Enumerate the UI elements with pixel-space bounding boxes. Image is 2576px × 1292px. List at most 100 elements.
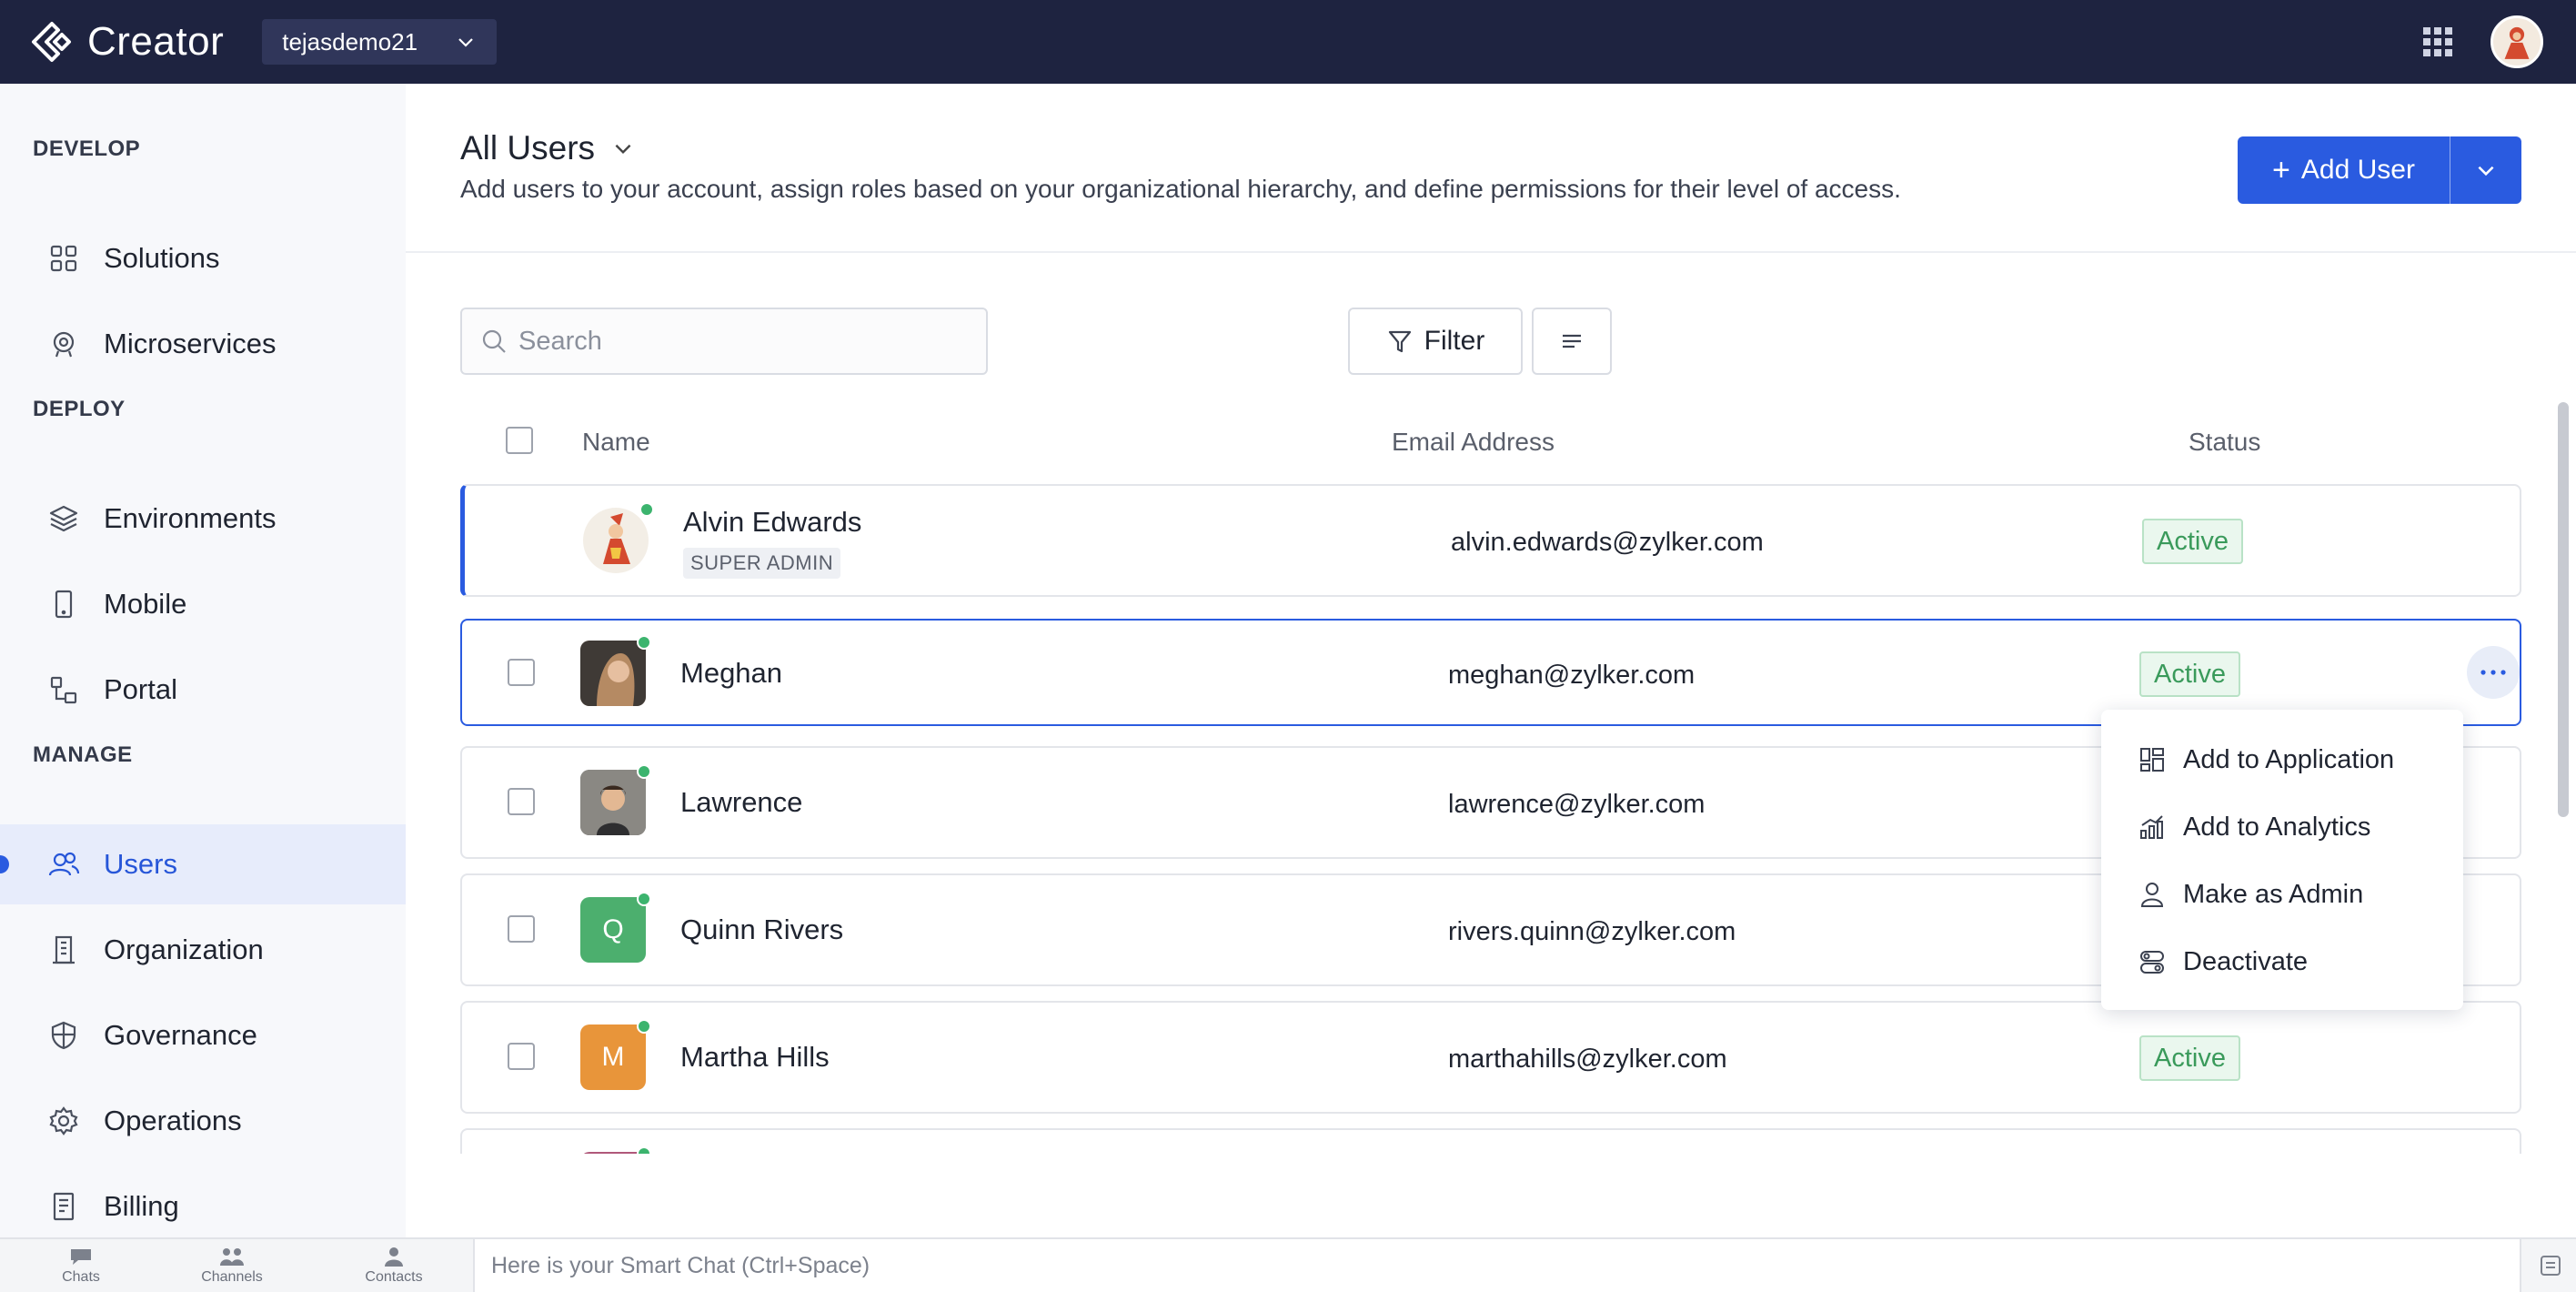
users-icon <box>48 852 80 876</box>
search-box <box>460 308 988 375</box>
online-status-dot <box>637 764 651 779</box>
table-row[interactable] <box>460 1128 2521 1154</box>
user-email: meghan@zylker.com <box>1448 661 1696 690</box>
page-description: Add users to your account, assign roles … <box>460 175 1901 203</box>
row-checkbox[interactable] <box>508 659 535 686</box>
group-icon <box>220 1248 244 1266</box>
page-title[interactable]: All Users <box>460 129 635 167</box>
sidebar-item-label: Billing <box>104 1190 179 1222</box>
row-checkbox[interactable] <box>508 1043 535 1070</box>
user-name: Lawrence <box>680 786 803 818</box>
menu-item-make-as-admin[interactable]: Make as Admin <box>2101 861 2463 928</box>
smart-chat-input[interactable] <box>491 1252 2401 1279</box>
column-header-email[interactable]: Email Address <box>1392 428 1555 457</box>
analytics-icon <box>2140 815 2163 839</box>
deactivate-icon <box>2140 951 2164 974</box>
menu-item-label: Add to Application <box>2183 744 2395 774</box>
chevron-down-icon <box>615 144 631 155</box>
sidebar-item-organization[interactable]: Organization <box>0 910 406 990</box>
smart-chat-bar <box>473 1239 2521 1292</box>
filter-button[interactable]: Filter <box>1348 308 1523 375</box>
menu-item-add-to-application[interactable]: Add to Application <box>2101 726 2463 793</box>
menu-item-label: Deactivate <box>2183 946 2309 976</box>
row-actions-menu: Add to Application Add to Analytics Make… <box>2101 710 2463 1010</box>
tab-contacts[interactable]: Contacts <box>313 1239 475 1292</box>
add-user-options-button[interactable] <box>2450 136 2521 204</box>
sidebar-item-portal[interactable]: Portal <box>0 650 406 730</box>
sidebar-item-governance[interactable]: Governance <box>0 995 406 1075</box>
application-icon <box>2140 748 2164 772</box>
header-divider <box>406 251 2576 253</box>
avatar-icon <box>603 513 630 564</box>
avatar-icon <box>580 770 646 835</box>
user-name: Alvin Edwards <box>683 506 862 538</box>
more-horizontal-icon <box>2480 670 2506 675</box>
select-all-checkbox[interactable] <box>506 427 533 454</box>
sidebar-item-operations[interactable]: Operations <box>0 1081 406 1161</box>
apps-grid-icon[interactable] <box>2421 25 2454 58</box>
chat-bubble-icon <box>71 1249 91 1265</box>
user-email: rivers.quinn@zylker.com <box>1448 917 1736 946</box>
row-more-button[interactable] <box>2467 646 2520 699</box>
sidebar-item-label: Environments <box>104 502 277 534</box>
avatar <box>580 770 646 835</box>
mobile-icon <box>55 590 73 619</box>
table-row-clip <box>460 1128 2521 1154</box>
menu-item-deactivate[interactable]: Deactivate <box>2101 928 2463 995</box>
column-header-name[interactable]: Name <box>582 428 650 457</box>
sidebar-item-label: Organization <box>104 934 264 965</box>
sidebar-item-users[interactable]: Users <box>0 824 406 904</box>
role-badge: SUPER ADMIN <box>683 548 841 579</box>
menu-item-label: Add to Analytics <box>2183 812 2371 842</box>
online-status-dot <box>639 502 654 517</box>
sidebar-item-label: Mobile <box>104 588 187 620</box>
tab-label: Contacts <box>365 1269 423 1285</box>
search-input[interactable] <box>518 326 955 357</box>
org-switcher[interactable]: tejasdemo21 <box>262 19 498 65</box>
contact-icon <box>385 1247 403 1267</box>
section-deploy: DEPLOY <box>33 397 126 421</box>
online-status-dot <box>637 635 651 650</box>
add-user-button[interactable]: + Add User <box>2238 136 2450 204</box>
online-status-dot <box>637 1146 651 1154</box>
sidebar-item-label: Operations <box>104 1105 242 1136</box>
vertical-scrollbar[interactable] <box>2558 402 2569 817</box>
top-bar: Creator tejasdemo21 <box>0 0 2576 84</box>
sidebar-item-label: Users <box>104 848 177 880</box>
view-selector-label: All Users <box>460 129 596 167</box>
column-header-status[interactable]: Status <box>2189 428 2260 457</box>
user-email: lawrence@zylker.com <box>1448 790 1706 819</box>
row-checkbox[interactable] <box>508 788 535 815</box>
chat-settings-icon[interactable] <box>2538 1253 2563 1278</box>
row-checkbox[interactable] <box>508 915 535 943</box>
avatar: M <box>580 1025 646 1090</box>
sidebar-item-microservices[interactable]: Microservices <box>0 304 406 384</box>
receipt-icon <box>53 1192 75 1221</box>
sidebar-item-environments[interactable]: Environments <box>0 479 406 559</box>
user-name: Meghan <box>680 657 783 689</box>
tab-channels[interactable]: Channels <box>151 1239 313 1292</box>
list-options-button[interactable] <box>1532 308 1612 375</box>
tab-chats[interactable]: Chats <box>0 1239 162 1292</box>
user-name: Quinn Rivers <box>680 913 844 945</box>
table-row[interactable]: Alvin Edwards SUPER ADMIN alvin.edwards@… <box>460 484 2521 597</box>
person-icon <box>2140 883 2164 907</box>
menu-item-add-to-analytics[interactable]: Add to Analytics <box>2101 793 2463 861</box>
user-avatar[interactable] <box>2490 15 2543 68</box>
bottom-bar: Chats Channels Contacts <box>0 1237 2576 1292</box>
table-row[interactable]: M Martha Hills marthahills@zylker.com Ac… <box>460 1001 2521 1114</box>
user-email: alvin.edwards@zylker.com <box>1451 528 1764 557</box>
online-status-dot <box>637 1019 651 1034</box>
status-badge: Active <box>2142 519 2243 564</box>
gear-icon <box>49 1106 78 1136</box>
microservice-icon <box>53 331 75 358</box>
sidebar-item-mobile[interactable]: Mobile <box>0 564 406 644</box>
user-name: Martha Hills <box>680 1041 830 1073</box>
sidebar-item-solutions[interactable]: Solutions <box>0 218 406 298</box>
main-content: All Users Add users to your account, ass… <box>406 84 2576 1237</box>
avatar <box>583 508 649 573</box>
sidebar-item-billing[interactable]: Billing <box>0 1166 406 1247</box>
avatar: Q <box>580 897 646 963</box>
avatar <box>580 641 646 706</box>
app-logo[interactable]: Creator <box>31 19 224 65</box>
